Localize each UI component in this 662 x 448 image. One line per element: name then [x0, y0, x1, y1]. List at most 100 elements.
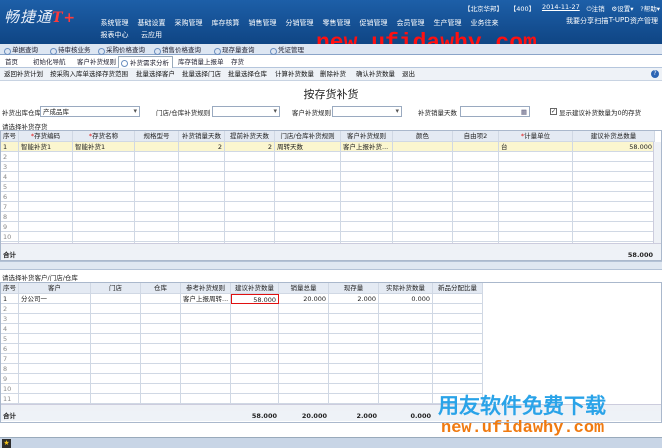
- grid-splitter[interactable]: [0, 261, 662, 270]
- menu-item[interactable]: 基础设置: [133, 16, 170, 30]
- menu-item[interactable]: 采购管理: [170, 16, 207, 30]
- table-cell[interactable]: 周转天数: [275, 142, 341, 152]
- toolbar-button[interactable]: 按采购入库单选择存货范围: [50, 68, 128, 81]
- table-cell[interactable]: 2: [179, 142, 225, 152]
- table-row[interactable]: 2: [1, 152, 661, 162]
- table-row[interactable]: 10: [1, 232, 661, 242]
- toolbar-button[interactable]: 批量选择客户: [136, 68, 175, 81]
- logout-link[interactable]: ⏻注销: [587, 3, 605, 13]
- column-header[interactable]: 销量总量: [279, 283, 329, 294]
- quick-tab[interactable]: 待审核业务: [48, 45, 91, 55]
- table-cell[interactable]: 智能补货1: [73, 142, 135, 152]
- table-cell[interactable]: 分公司一: [19, 294, 91, 304]
- column-header[interactable]: 补货销量天数: [179, 131, 225, 142]
- table-row[interactable]: 4: [1, 324, 661, 334]
- star-icon[interactable]: ★: [2, 439, 11, 448]
- help-link[interactable]: ?帮助▾: [640, 3, 660, 13]
- menu-item[interactable]: 销售管理: [244, 16, 281, 30]
- help-icon[interactable]: ?: [651, 70, 659, 78]
- menu-item[interactable]: 云应用: [133, 30, 170, 40]
- document-tab[interactable]: 客户补货规则: [74, 56, 119, 68]
- column-header[interactable]: 仓库: [141, 283, 181, 294]
- column-header[interactable]: *存货编码: [19, 131, 73, 142]
- table-cell[interactable]: 台: [499, 142, 573, 152]
- calculator-icon[interactable]: ▦: [521, 107, 527, 117]
- table-cell[interactable]: 客户上报周转...: [181, 294, 231, 304]
- column-header[interactable]: 建议补货总数量: [573, 131, 655, 142]
- document-tab[interactable]: 首页: [2, 56, 21, 68]
- column-header[interactable]: 现存量: [329, 283, 379, 294]
- settings-link[interactable]: ⚙设置▾: [611, 3, 633, 13]
- menu-item[interactable]: 零售管理: [318, 16, 355, 30]
- menu-item[interactable]: 会员管理: [392, 16, 429, 30]
- warehouse-select[interactable]: 产成品库: [40, 106, 140, 117]
- table-row[interactable]: 8: [1, 212, 661, 222]
- table-cell[interactable]: 智能补货1: [19, 142, 73, 152]
- menu-item[interactable]: 业务往来: [466, 16, 503, 30]
- toolbar-button[interactable]: 退出: [402, 68, 415, 81]
- right-menu-item[interactable]: 扫描: [594, 16, 608, 26]
- column-header[interactable]: *存货名称: [73, 131, 135, 142]
- table-row[interactable]: 5: [1, 334, 661, 344]
- right-menu-item[interactable]: 我要分享: [566, 16, 594, 26]
- menu-item[interactable]: 报表中心: [96, 30, 133, 40]
- quick-tab[interactable]: 单据查询: [2, 45, 38, 55]
- table-row[interactable]: 9: [1, 374, 661, 384]
- column-header[interactable]: 门店: [91, 283, 141, 294]
- document-tab[interactable]: 库存销量上报单: [175, 56, 227, 68]
- table-row[interactable]: 1 智能补货1 智能补货1 2 2 周转天数 客户上报补货... 台 58.000: [1, 142, 661, 152]
- horizontal-scrollbar[interactable]: [1, 243, 661, 250]
- sales-days-input[interactable]: ▦: [460, 106, 530, 117]
- right-menu-item[interactable]: T-UPD: [609, 16, 630, 26]
- table-cell[interactable]: [91, 294, 141, 304]
- table-cell[interactable]: 0.000: [379, 294, 433, 304]
- menu-item[interactable]: 分销管理: [281, 16, 318, 30]
- menu-item[interactable]: 促销管理: [355, 16, 392, 30]
- table-cell[interactable]: 2: [225, 142, 275, 152]
- table-cell[interactable]: [393, 142, 453, 152]
- quick-tab[interactable]: 现存量查询: [212, 45, 255, 55]
- column-header[interactable]: 参考补货规则: [181, 283, 231, 294]
- menu-item[interactable]: 库存核算: [207, 16, 244, 30]
- table-cell[interactable]: [453, 142, 499, 152]
- table-cell[interactable]: [433, 294, 483, 304]
- table-cell[interactable]: 客户上报补货...: [341, 142, 393, 152]
- column-header[interactable]: 规格型号: [135, 131, 179, 142]
- column-header[interactable]: 实际补货数量: [379, 283, 433, 294]
- column-header[interactable]: 自由项2: [453, 131, 499, 142]
- toolbar-button[interactable]: 确认补货数量: [356, 68, 395, 81]
- menu-item[interactable]: 系统管理: [96, 16, 133, 30]
- toolbar-button[interactable]: 计算补货数量: [275, 68, 314, 81]
- document-tab[interactable]: 补货需求分析: [118, 56, 173, 68]
- table-cell[interactable]: 20.000: [279, 294, 329, 304]
- table-cell[interactable]: 58.000: [573, 142, 655, 152]
- toolbar-button[interactable]: 返回补货计划: [4, 68, 43, 81]
- table-cell[interactable]: [141, 294, 181, 304]
- store-rule-select[interactable]: [212, 106, 280, 117]
- table-cell[interactable]: 1: [1, 294, 19, 304]
- table-row[interactable]: 1 分公司一 客户上报周转... 58.000 20.000 2.000 0.000: [1, 294, 661, 304]
- column-header[interactable]: 客户补货规则: [341, 131, 393, 142]
- suggested-qty-cell[interactable]: 58.000: [231, 294, 279, 304]
- table-cell[interactable]: [135, 142, 179, 152]
- show-zero-checkbox[interactable]: ✓: [550, 108, 557, 115]
- quick-tab[interactable]: 销售价格查询: [152, 45, 201, 55]
- column-header[interactable]: 序号: [1, 131, 19, 142]
- table-row[interactable]: 6: [1, 344, 661, 354]
- toolbar-button[interactable]: 批量选择仓库: [228, 68, 267, 81]
- document-tab[interactable]: 初始化导航: [30, 56, 69, 68]
- table-cell[interactable]: 1: [1, 142, 19, 152]
- toolbar-button[interactable]: 批量选择门店: [182, 68, 221, 81]
- table-row[interactable]: 7: [1, 354, 661, 364]
- table-row[interactable]: 7: [1, 202, 661, 212]
- login-date[interactable]: 2014-11-27: [542, 3, 580, 13]
- table-row[interactable]: 8: [1, 364, 661, 374]
- column-header[interactable]: 建议补货数量: [231, 283, 279, 294]
- column-header[interactable]: 颜色: [393, 131, 453, 142]
- table-row[interactable]: 9: [1, 222, 661, 232]
- table-row[interactable]: 4: [1, 172, 661, 182]
- table-row[interactable]: 3: [1, 314, 661, 324]
- column-header[interactable]: 新品分配比量: [433, 283, 483, 294]
- table-row[interactable]: 3: [1, 162, 661, 172]
- menu-item[interactable]: 生产管理: [429, 16, 466, 30]
